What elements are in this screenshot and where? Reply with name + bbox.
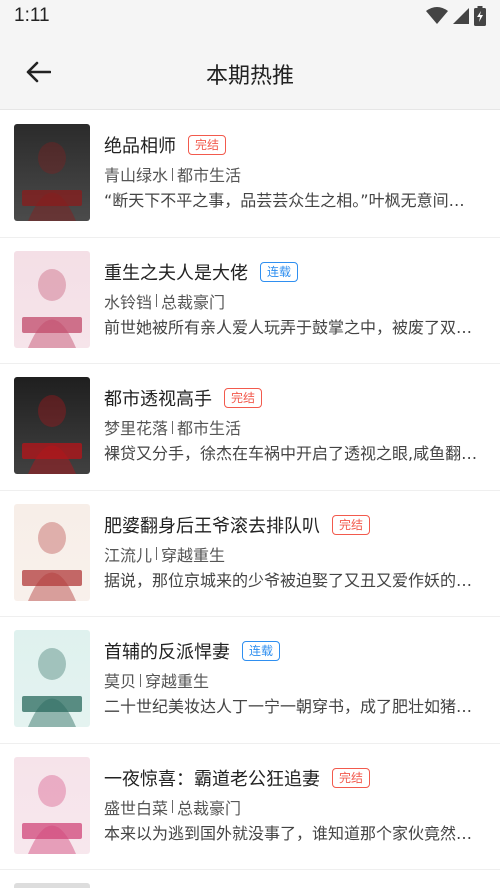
book-cover[interactable]: [14, 756, 90, 854]
book-description: 本来以为逃到国外就没事了，谁知道那个家伙竟然…: [104, 823, 473, 843]
book-title: 一夜惊喜：霸道老公狂追妻: [104, 768, 320, 790]
book-list-item[interactable]: 重生之夫人是大佬 连载 水铃铛 总裁豪门 前世她被所有亲人爱人玩弄于鼓掌之中，被…: [0, 238, 500, 364]
status-badge: 连载: [242, 641, 281, 661]
wifi-icon: [426, 7, 448, 24]
page-title: 本期热推: [205, 64, 294, 89]
book-list-item-partial[interactable]: [0, 870, 500, 888]
book-cover[interactable]: [14, 503, 90, 601]
status-badge: 完结: [332, 767, 371, 788]
book-list-item[interactable]: 绝品相师 完结 青山绿水 都市生活 “断天下不平之事，品芸芸众生之相。”叶枫无意…: [0, 111, 500, 238]
book-author: 江流儿: [104, 545, 153, 565]
status-time: 1:11: [14, 5, 50, 26]
book-category: 总裁豪门: [177, 798, 242, 818]
status-badge: 完结: [188, 135, 227, 155]
signal-icon: [453, 8, 469, 24]
book-cover[interactable]: [14, 377, 90, 474]
book-cover[interactable]: [14, 883, 90, 888]
book-cover[interactable]: [14, 124, 90, 221]
book-author: 梦里花落: [104, 419, 169, 438]
book-description: 前世她被所有亲人爱人玩弄于鼓掌之中，被废了双…: [104, 317, 473, 337]
battery-icon: [474, 6, 486, 26]
book-list-item[interactable]: 首辅的反派悍妻 连载 莫贝 穿越重生 二十世纪美妆达人丁一宁一朝穿书，成了肥壮如…: [0, 617, 500, 744]
divider: [140, 673, 142, 687]
book-category: 总裁豪门: [161, 292, 226, 312]
book-description: 裸贷又分手，徐杰在车祸中开启了透视之眼,咸鱼翻…: [104, 444, 478, 463]
book-author: 水铃铛: [104, 292, 153, 312]
book-description: 二十世纪美妆达人丁一宁一朝穿书，成了肥壮如猪…: [104, 697, 473, 716]
divider: [172, 167, 174, 181]
book-cover[interactable]: [14, 250, 90, 348]
status-badge: 完结: [332, 514, 371, 535]
book-list: 绝品相师 完结 青山绿水 都市生活 “断天下不平之事，品芸芸众生之相。”叶枫无意…: [0, 111, 500, 888]
book-author: 莫贝: [104, 672, 137, 691]
book-title: 绝品相师: [104, 136, 176, 157]
book-author: 盛世白菜: [104, 798, 169, 818]
book-category: 都市生活: [177, 419, 242, 438]
divider: [172, 800, 174, 813]
book-category: 都市生活: [177, 166, 242, 185]
app-bar: 本期热推: [0, 34, 500, 110]
book-category: 穿越重生: [161, 545, 226, 565]
book-list-item[interactable]: 都市透视高手 完结 梦里花落 都市生活 裸贷又分手，徐杰在车祸中开启了透视之眼,…: [0, 364, 500, 491]
book-author: 青山绿水: [104, 166, 169, 185]
book-list-item[interactable]: 肥婆翻身后王爷滚去排队叭 完结 江流儿 穿越重生 据说，那位京城来的少爷被迫娶了…: [0, 491, 500, 617]
book-title: 首辅的反派悍妻: [104, 642, 230, 663]
book-list-item[interactable]: 一夜惊喜：霸道老公狂追妻 完结 盛世白菜 总裁豪门 本来以为逃到国外就没事了，谁…: [0, 744, 500, 870]
status-icons: [426, 6, 486, 26]
divider: [172, 420, 174, 434]
status-badge: 完结: [224, 388, 263, 408]
book-cover[interactable]: [14, 630, 90, 727]
book-title: 都市透视高手: [104, 389, 212, 410]
book-description: 据说，那位京城来的少爷被迫娶了又丑又爱作妖的…: [104, 570, 473, 590]
book-category: 穿越重生: [145, 672, 210, 691]
status-bar: 1:11: [0, 0, 500, 34]
divider: [156, 294, 158, 307]
divider: [156, 547, 158, 560]
status-badge: 连载: [260, 261, 299, 282]
book-description: “断天下不平之事，品芸芸众生之相。”叶枫无意间…: [104, 191, 465, 210]
book-title: 重生之夫人是大佬: [104, 262, 248, 284]
book-title: 肥婆翻身后王爷滚去排队叭: [104, 515, 320, 537]
